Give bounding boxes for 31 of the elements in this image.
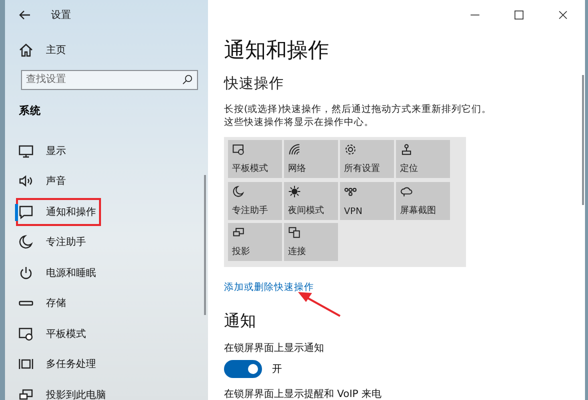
toggle-state-label: 开 — [272, 363, 282, 376]
nav-item[interactable]: 显示 — [5, 136, 208, 166]
quick-action-tile[interactable]: 专注助手 — [228, 182, 282, 220]
description-text: 长按(或选择)快速操作，然后通过拖动方式来重新排列它们。这些快速操作将显示在操作中心。 — [224, 103, 492, 129]
add-remove-link[interactable]: 添加或删除快速操作 — [224, 282, 314, 293]
section-heading: 通知 — [224, 311, 257, 332]
nav-item[interactable]: 声音 — [5, 166, 208, 196]
quick-action-tile[interactable]: 定位 — [396, 140, 450, 178]
section-heading: 快速操作 — [224, 75, 285, 94]
search-field[interactable]: 查找设置 — [21, 70, 198, 90]
quick-action-tile[interactable]: VPN — [340, 182, 394, 220]
quick-action-tile[interactable]: 网络 — [284, 140, 338, 178]
nav-item[interactable]: 电源和睡眠 — [5, 258, 208, 288]
home-nav-item[interactable]: 主页 — [5, 35, 208, 66]
quick-action-tile[interactable]: 夜间模式 — [284, 182, 338, 220]
window-title: 设置 — [51, 8, 71, 22]
setting-label: 在锁屏界面上显示提醒和 VoIP 来电 — [224, 388, 383, 400]
quick-action-tile[interactable]: 投影 — [228, 223, 282, 262]
nav-item[interactable]: 多任务处理 — [5, 349, 208, 380]
quick-action-tile[interactable]: 所有设置 — [340, 140, 394, 178]
quick-action-tile[interactable]: 平板模式 — [228, 140, 282, 178]
nav-item[interactable]: 专注助手 — [5, 227, 208, 258]
quick-action-tile[interactable]: 屏幕截图 — [396, 182, 450, 220]
nav-item[interactable]: 投影到此电脑 — [5, 380, 208, 400]
nav-item[interactable]: 存储 — [5, 288, 208, 318]
page-title: 通知和操作 — [224, 37, 330, 64]
setting-label: 在锁屏界面上显示通知 — [224, 342, 325, 355]
nav-item[interactable]: 通知和操作 — [15, 196, 102, 227]
section-heading: 系统 — [19, 104, 42, 118]
quick-action-tile[interactable]: 连接 — [284, 223, 338, 262]
nav-item[interactable]: 平板模式 — [5, 318, 208, 349]
